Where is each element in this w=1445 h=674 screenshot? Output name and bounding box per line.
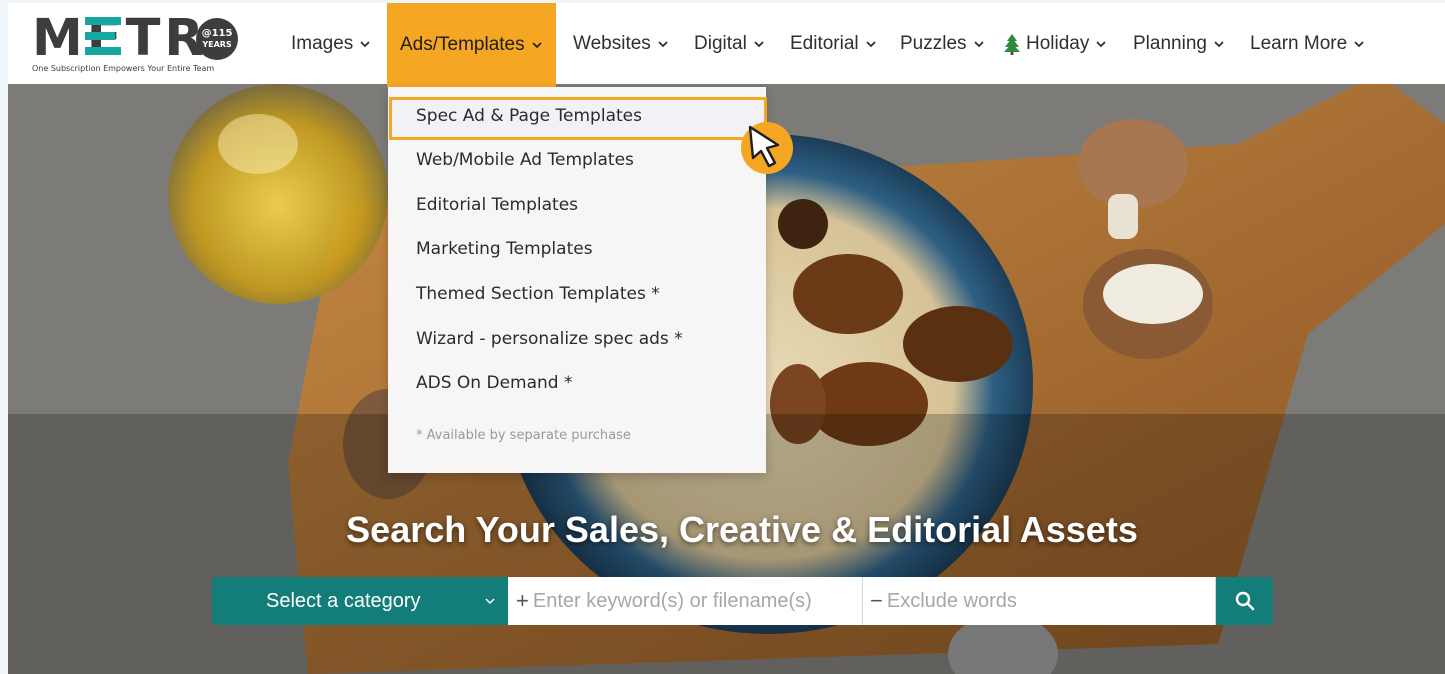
- keyword-placeholder: Enter keyword(s) or filename(s): [532, 589, 812, 612]
- chevron-down-icon: [973, 40, 984, 47]
- chevron-down-icon: [485, 598, 495, 605]
- nav-label: Digital: [694, 32, 747, 54]
- category-select-label: Select a category: [266, 589, 421, 612]
- chevron-down-icon: [754, 40, 764, 47]
- dropdown-footnote: * Available by separate purchase: [416, 428, 631, 443]
- search-icon: [1235, 591, 1254, 611]
- nav-holiday[interactable]: Holiday: [1002, 3, 1107, 84]
- nav-label: Learn More: [1250, 32, 1348, 54]
- logo-badge-line1: @115: [201, 28, 233, 39]
- ads-templates-dropdown: Spec Ad & Page Templates Web/Mobile Ad T…: [388, 87, 767, 473]
- exclude-placeholder: Exclude words: [886, 589, 1017, 612]
- nav-images[interactable]: Images: [291, 3, 371, 84]
- site-header: METR @115 YEARS One Subscription Empower…: [8, 3, 1445, 87]
- nav-label: Planning: [1133, 32, 1207, 54]
- chevron-down-icon: [360, 40, 370, 47]
- chevron-down-icon: [866, 40, 876, 47]
- nav-digital[interactable]: Digital: [694, 3, 765, 84]
- search-bar: Select a category + Enter keyword(s) or …: [212, 577, 1273, 625]
- dropdown-item-wizard-personalize-spec-ads[interactable]: Wizard - personalize spec ads *: [416, 329, 683, 349]
- chevron-down-icon: [658, 40, 668, 47]
- nav-planning[interactable]: Planning: [1133, 3, 1225, 84]
- tree-icon: [1004, 33, 1020, 55]
- exclude-input[interactable]: − Exclude words: [863, 577, 1216, 625]
- dropdown-item-editorial-templates[interactable]: Editorial Templates: [416, 195, 578, 215]
- nav-label: Websites: [573, 32, 651, 54]
- logo-e-bars-icon: [85, 17, 121, 55]
- chevron-down-icon: [532, 42, 542, 49]
- chevron-down-icon: [1214, 40, 1224, 47]
- nav-label: Images: [291, 32, 354, 54]
- logo-anniversary-badge: @115 YEARS: [196, 18, 238, 60]
- category-select[interactable]: Select a category: [212, 577, 508, 625]
- dropdown-item-web-mobile-ad-templates[interactable]: Web/Mobile Ad Templates: [416, 150, 634, 170]
- logo-tagline: One Subscription Empowers Your Entire Te…: [32, 64, 215, 73]
- nav-label: Ads/Templates: [400, 34, 525, 55]
- search-button[interactable]: [1216, 577, 1273, 625]
- nav-label: Holiday: [1026, 32, 1090, 54]
- nav-editorial[interactable]: Editorial: [790, 3, 877, 84]
- nav-label: Editorial: [790, 32, 859, 54]
- chevron-down-icon: [1354, 40, 1364, 47]
- logo-badge-line2: YEARS: [202, 40, 232, 49]
- nav-ads-templates[interactable]: Ads/Templates: [387, 3, 556, 87]
- keyword-input[interactable]: + Enter keyword(s) or filename(s): [508, 577, 863, 625]
- nav-websites[interactable]: Websites: [573, 3, 669, 84]
- pointer-cursor-icon: [741, 122, 793, 174]
- dropdown-item-marketing-templates[interactable]: Marketing Templates: [416, 239, 593, 259]
- chevron-down-icon: [1096, 40, 1107, 47]
- browser-viewport: METR @115 YEARS One Subscription Empower…: [8, 3, 1445, 674]
- dropdown-item-themed-section-templates[interactable]: Themed Section Templates *: [416, 284, 660, 304]
- dropdown-item-ads-on-demand[interactable]: ADS On Demand *: [416, 373, 572, 393]
- dropdown-item-spec-ad-page-templates[interactable]: Spec Ad & Page Templates: [416, 106, 642, 126]
- minus-icon: −: [870, 588, 883, 613]
- hero-title: Search Your Sales, Creative & Editorial …: [346, 509, 1138, 550]
- nav-label: Puzzles: [900, 32, 967, 54]
- metro-logo[interactable]: METR @115 YEARS One Subscription Empower…: [32, 11, 247, 73]
- nav-learn-more[interactable]: Learn More: [1250, 3, 1365, 84]
- nav-puzzles[interactable]: Puzzles: [900, 3, 985, 84]
- plus-icon: +: [516, 588, 529, 613]
